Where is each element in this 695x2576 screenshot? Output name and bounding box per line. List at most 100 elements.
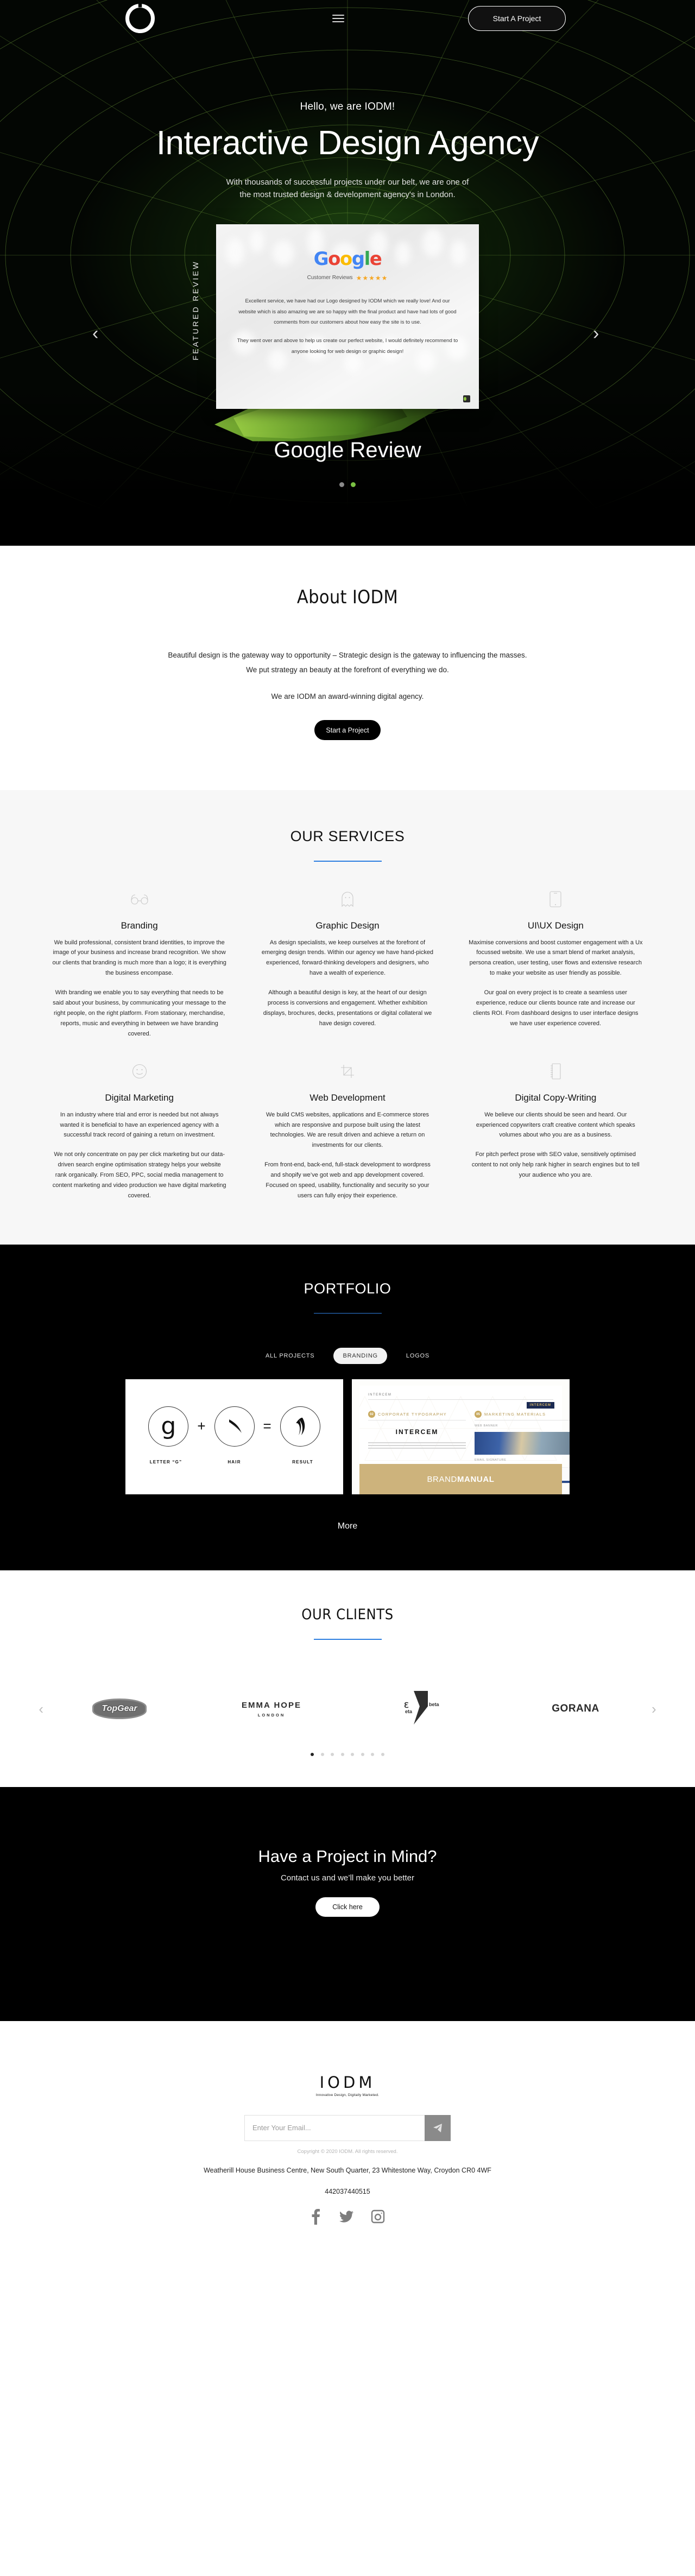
review-rating-row: Customer Reviews ★★★★★: [216, 274, 479, 282]
footer-social-links: [0, 2208, 695, 2225]
label-result: RESULT: [292, 1459, 313, 1464]
hero-title: Interactive Design Agency: [156, 124, 539, 162]
services-section: OUR SERVICES Branding We build professio…: [0, 790, 695, 1245]
menu-button[interactable]: [332, 15, 344, 22]
clients-header: OUR CLIENTS: [0, 1606, 695, 1640]
site-logo[interactable]: [125, 4, 155, 33]
services-grid: Branding We build professional, consiste…: [43, 890, 652, 1201]
notebook-icon: [469, 1062, 643, 1081]
google-letter-o1: o: [328, 248, 340, 270]
gorana-wordmark: GORANA: [552, 1703, 599, 1715]
client-dot[interactable]: [340, 1752, 344, 1756]
services-title: OUR SERVICES: [290, 828, 405, 844]
hamburger-line: [332, 21, 344, 22]
service-card-ui-ux-design: UI\UX Design Maximise conversions and bo…: [460, 890, 652, 1039]
web-banner-label: WEB BANNER: [475, 1424, 498, 1428]
google-letter-g2: g: [351, 248, 365, 270]
service-paragraph-1: Maximise conversions and boost customer …: [469, 939, 643, 977]
review-paragraph-2: They went over and above to help us crea…: [237, 338, 458, 355]
result-logo-circle: [280, 1406, 320, 1447]
brand-manual-divider: [368, 1399, 553, 1400]
client-logo-gorana[interactable]: GORANA: [524, 1703, 627, 1715]
brand-manual-sheet: INTERCEM INTERCEM 02 CORPORATE TYPOGRAPH…: [359, 1386, 570, 1484]
carousel-dot-active[interactable]: [351, 482, 356, 487]
about-line-2: We put strategy an beauty at the forefro…: [246, 666, 449, 674]
carousel-dot[interactable]: [339, 482, 344, 487]
client-dot[interactable]: [371, 1752, 375, 1756]
clients-prev-arrow[interactable]: ‹: [39, 1701, 43, 1718]
service-title: Graphic Design: [315, 920, 380, 931]
web-banner-thumbnail: [475, 1432, 570, 1455]
brand-manual-footer-text: BRANDMANUAL: [427, 1475, 494, 1484]
email-signature-label: EMAIL SIGNATURE: [475, 1459, 507, 1462]
smiley-icon: [52, 1062, 226, 1081]
client-logo-topgear[interactable]: TopGear: [68, 1699, 171, 1720]
eta-beta-word-beta: beta: [429, 1701, 439, 1707]
client-logo-eta-beta[interactable]: ℇ beta eta: [372, 1690, 475, 1727]
footer-logo: IODM: [319, 2073, 376, 2092]
facebook-icon[interactable]: [310, 2208, 322, 2225]
ghost-icon: [260, 890, 434, 908]
iodm-watermark-icon: [463, 395, 470, 402]
newsletter-submit-button[interactable]: [425, 2114, 451, 2141]
top-navigation-bar: Start A Project: [0, 0, 695, 39]
carousel-next-arrow[interactable]: ›: [593, 323, 599, 344]
tab-all-projects[interactable]: ALL PROJECTS: [256, 1348, 324, 1364]
customer-reviews-label: Customer Reviews: [307, 275, 353, 281]
service-title: Branding: [121, 920, 158, 931]
section-number: 02: [368, 1411, 375, 1418]
crop-icon: [260, 1062, 434, 1081]
start-a-project-button[interactable]: Start A Project: [468, 6, 566, 31]
client-dot[interactable]: [331, 1752, 334, 1756]
service-paragraph-1: As design specialists, we keep ourselves…: [261, 939, 434, 977]
about-title: About IODM: [296, 586, 399, 608]
footer-copyright: Copyright © 2020 IODM. All rights reserv…: [297, 2148, 398, 2155]
client-dot[interactable]: [381, 1752, 384, 1756]
client-dot[interactable]: [361, 1752, 364, 1756]
label-letter-g: LETTER “G”: [149, 1459, 182, 1464]
clients-next-arrow[interactable]: ›: [652, 1701, 656, 1718]
hero-kicker: Hello, we are IODM!: [300, 101, 395, 112]
hero-subtitle: With thousands of successful projects un…: [0, 176, 695, 201]
service-card-graphic-design: Graphic Design As design specialists, we…: [251, 890, 443, 1039]
portfolio-more-link[interactable]: More: [0, 1521, 695, 1531]
portfolio-item-brand-manual[interactable]: INTERCEM INTERCEM 02 CORPORATE TYPOGRAPH…: [352, 1379, 570, 1495]
client-dot-active[interactable]: [311, 1752, 314, 1756]
client-dot[interactable]: [351, 1752, 355, 1756]
cta-title: Have a Project in Mind?: [258, 1846, 437, 1866]
review-body: Excellent service, we have had our Logo …: [216, 296, 479, 358]
tab-branding[interactable]: BRANDING: [333, 1348, 387, 1365]
cta-click-here-button[interactable]: Click here: [315, 1897, 380, 1917]
client-dot[interactable]: [320, 1752, 324, 1756]
about-body: Beautiful design is the gateway way to o…: [0, 648, 695, 704]
client-logo-emma-hope[interactable]: EMMA HOPE LONDON: [220, 1701, 323, 1718]
google-letter-o2: o: [339, 248, 352, 270]
clients-title-underline: [313, 1639, 382, 1640]
portfolio-title: PORTFOLIO: [304, 1280, 391, 1297]
tab-logos[interactable]: LOGOS: [397, 1348, 439, 1364]
carousel-prev-arrow[interactable]: ‹: [92, 323, 98, 344]
typography-specimen-lines: [368, 1442, 466, 1449]
portfolio-item-logo-construction[interactable]: g + = LETTER “G” HAIR RESULT: [125, 1379, 343, 1495]
instagram-icon[interactable]: [371, 2208, 385, 2225]
eta-beta-word-eta: eta: [405, 1708, 413, 1714]
section-heading: 05 MARKETING MATERIALS: [475, 1411, 570, 1418]
service-card-digital-marketing: Digital Marketing In an industry where t…: [43, 1062, 235, 1201]
google-letter-e: e: [369, 248, 382, 270]
portfolio-title-underline: [313, 1312, 382, 1314]
twitter-icon[interactable]: [339, 2208, 353, 2225]
service-paragraph-2: We not only concentrate on pay per click…: [52, 1151, 226, 1199]
email-input[interactable]: [244, 2114, 425, 2141]
plus-sign: +: [197, 1418, 206, 1435]
portfolio-section: PORTFOLIO ALL PROJECTS BRANDING LOGOS g …: [0, 1244, 695, 1571]
clients-section: OUR CLIENTS ‹ TopGear EMMA HOPE LONDON ℇ…: [0, 1570, 695, 1787]
about-start-project-button[interactable]: Start a Project: [314, 720, 381, 740]
footer-tagline: Innovative Design, Digitally Marketed.: [315, 2093, 380, 2097]
result-logo-icon: [295, 1417, 305, 1435]
service-paragraph-2: Our goal on every project is to create a…: [473, 989, 639, 1027]
service-title: UI\UX Design: [527, 920, 584, 931]
hero-subtitle-line2: the most trusted design & development ag…: [239, 190, 456, 200]
emma-hope-name: EMMA HOPE: [242, 1700, 301, 1710]
service-paragraph-2: With branding we enable you to say every…: [53, 989, 226, 1037]
review-paragraph-1: Excellent service, we have had our Logo …: [238, 298, 457, 326]
